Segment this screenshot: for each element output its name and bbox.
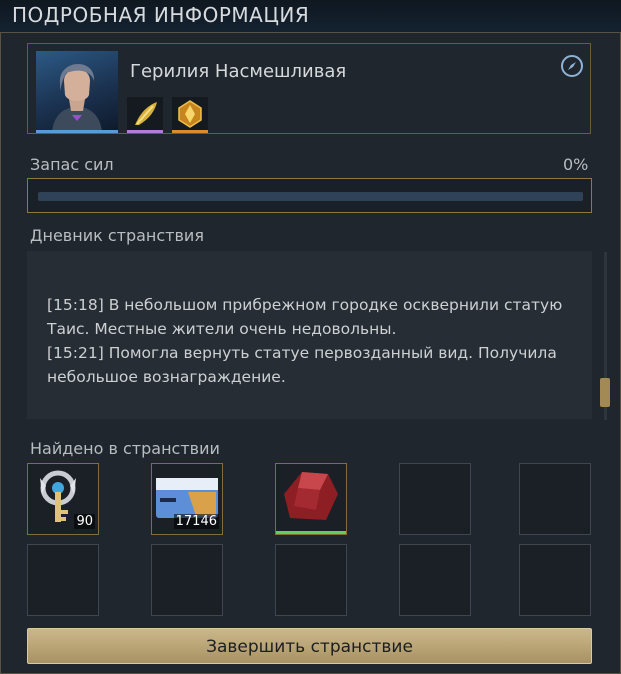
- found-item-slot-empty[interactable]: [399, 544, 471, 616]
- journal-scroll-thumb[interactable]: [600, 378, 610, 407]
- journal-entries: [15:18] В небольшом прибрежном городке о…: [47, 293, 567, 389]
- amber-crystal-skill-icon[interactable]: [172, 97, 208, 133]
- found-label: Найдено в странствии: [30, 439, 220, 458]
- found-item-slot-empty[interactable]: [399, 463, 471, 535]
- golden-feather-skill-icon[interactable]: [127, 97, 163, 133]
- page-title: ПОДРОБНАЯ ИНФОРМАЦИЯ: [12, 3, 310, 27]
- found-item-slot[interactable]: [275, 463, 347, 535]
- journal-label: Дневник странствия: [30, 226, 204, 245]
- character-portrait[interactable]: [36, 51, 118, 132]
- skill-rarity-bar: [172, 130, 208, 133]
- stamina-bar: [38, 192, 583, 201]
- found-item-slot-empty[interactable]: [519, 463, 591, 535]
- header-bar: ПОДРОБНАЯ ИНФОРМАЦИЯ: [0, 0, 621, 32]
- found-item-slot-empty[interactable]: [27, 544, 99, 616]
- red-ore-icon: [284, 472, 338, 520]
- item-count: 90: [74, 514, 95, 529]
- item-count: 17146: [173, 514, 219, 529]
- found-item-slot-empty[interactable]: [275, 544, 347, 616]
- compass-icon[interactable]: [560, 54, 584, 78]
- skill-rarity-bar: [127, 130, 163, 133]
- found-item-slot[interactable]: 90: [27, 463, 99, 535]
- portrait-rarity-bar: [36, 130, 118, 133]
- found-item-slot[interactable]: 17146: [151, 463, 223, 535]
- journal-entry: [15:21] Помогла вернуть статуе первоздан…: [47, 344, 557, 386]
- stamina-percent: 0%: [563, 155, 589, 174]
- finish-journey-button[interactable]: Завершить странствие: [27, 628, 592, 664]
- finish-journey-label: Завершить странствие: [206, 637, 413, 657]
- found-item-slot-empty[interactable]: [519, 544, 591, 616]
- stamina-label: Запас сил: [30, 155, 114, 174]
- found-item-slot-empty[interactable]: [151, 544, 223, 616]
- item-rarity-bar: [276, 531, 346, 534]
- journal-entry: [15:18] В небольшом прибрежном городке о…: [47, 296, 563, 338]
- character-name: Герилия Насмешливая: [130, 61, 347, 82]
